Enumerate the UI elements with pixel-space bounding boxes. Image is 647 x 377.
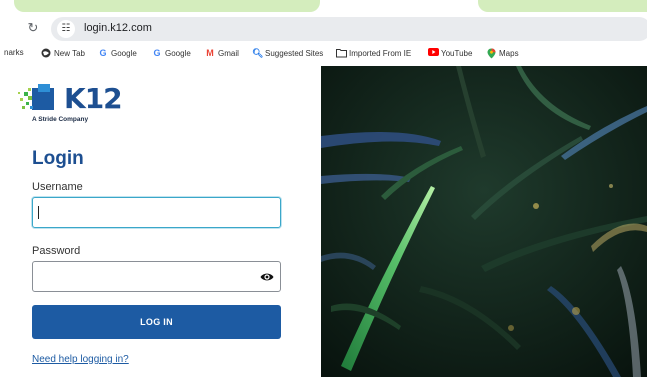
globe-icon bbox=[41, 48, 51, 58]
bookmark-item[interactable]: G Google bbox=[98, 48, 137, 58]
google-icon: G bbox=[153, 48, 161, 58]
text-caret bbox=[38, 206, 39, 219]
youtube-icon bbox=[428, 48, 439, 58]
bookmark-item[interactable]: New Tab bbox=[41, 48, 85, 58]
bookmark-label: Google bbox=[111, 48, 137, 58]
password-field[interactable] bbox=[32, 261, 281, 292]
bookmark-label: Google bbox=[165, 48, 191, 58]
password-label: Password bbox=[32, 245, 81, 257]
tab[interactable] bbox=[478, 0, 647, 12]
bookmark-label: YouTube bbox=[441, 48, 473, 58]
bookmarks-bar: narks New Tab G Google G Google M Gmail … bbox=[0, 44, 647, 64]
bookmark-label: Suggested Sites bbox=[265, 48, 324, 58]
k12-logo[interactable]: K12 A Stride Company bbox=[18, 82, 128, 126]
gmail-icon: M bbox=[206, 48, 214, 58]
bookmark-item[interactable]: Maps bbox=[486, 48, 519, 59]
folder-icon bbox=[336, 48, 347, 58]
login-page: K12 A Stride Company Login Username Pass… bbox=[0, 66, 647, 377]
bookmark-item[interactable]: 🔍︎ Suggested Sites bbox=[252, 48, 323, 58]
bookmark-label: New Tab bbox=[54, 48, 85, 58]
bookmark-item[interactable]: G Google bbox=[152, 48, 191, 58]
bookmark-item[interactable]: Imported From IE bbox=[336, 48, 411, 58]
login-button[interactable]: LOG IN bbox=[32, 305, 281, 339]
bookmark-item[interactable]: M Gmail bbox=[205, 48, 239, 58]
maps-icon bbox=[486, 48, 496, 59]
page-title: Login bbox=[32, 148, 84, 169]
bookmark-item[interactable]: YouTube bbox=[428, 48, 472, 58]
username-label: Username bbox=[32, 181, 83, 193]
show-password-eye-icon[interactable] bbox=[260, 271, 274, 283]
reload-icon[interactable]: ↻ bbox=[25, 20, 41, 36]
bookmark-label: Maps bbox=[499, 48, 519, 58]
active-tab[interactable] bbox=[14, 0, 320, 12]
browser-toolbar: ↻ ☷ login.k12.com bbox=[0, 14, 647, 44]
bookmark-label: Gmail bbox=[218, 48, 239, 58]
url-text[interactable]: login.k12.com bbox=[84, 22, 152, 34]
logo-tagline: A Stride Company bbox=[32, 116, 89, 123]
search-icon: 🔍︎ bbox=[252, 48, 264, 58]
tab-strip bbox=[0, 0, 647, 14]
k12-logo-mark bbox=[18, 84, 54, 110]
logo-wordmark: K12 bbox=[64, 82, 123, 115]
grass-background-image bbox=[321, 66, 647, 377]
username-field[interactable] bbox=[32, 197, 281, 228]
site-info-icon[interactable]: ☷ bbox=[57, 20, 75, 38]
google-icon: G bbox=[99, 48, 107, 58]
bookmark-label: Imported From IE bbox=[349, 48, 412, 58]
bookmark-label: narks bbox=[4, 48, 24, 57]
bookmark-item[interactable]: narks bbox=[4, 48, 24, 57]
hero-image bbox=[321, 66, 647, 377]
help-link[interactable]: Need help logging in? bbox=[32, 354, 129, 365]
